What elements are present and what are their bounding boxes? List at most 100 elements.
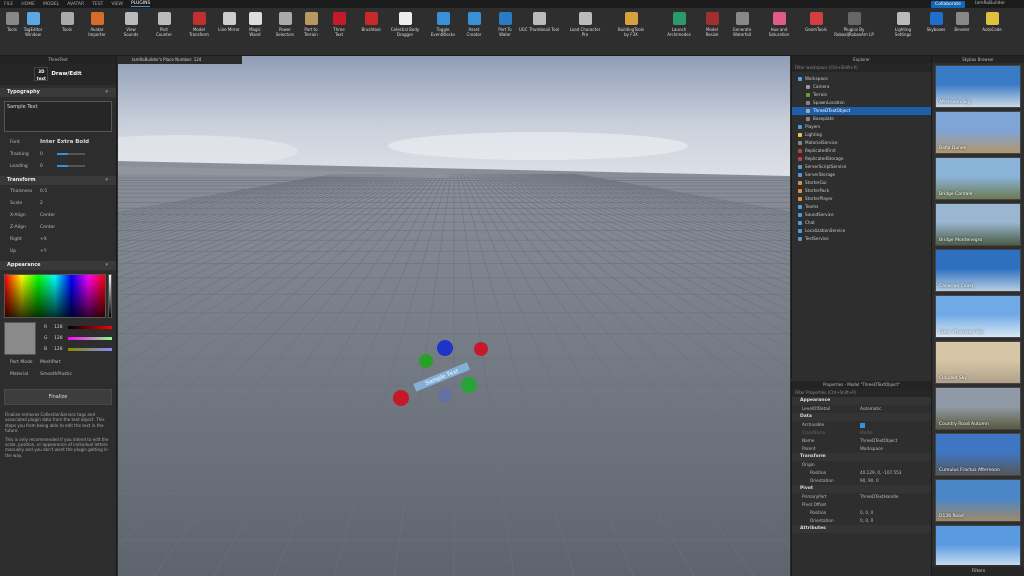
- ribbon-button-13[interactable]: Celestial Body Dragger: [390, 12, 420, 37]
- prop-origin-label[interactable]: Origin: [802, 461, 860, 469]
- prop-lod-value[interactable]: Automatic: [860, 405, 881, 413]
- explorer-filter-input[interactable]: Filter workspace (Ctrl+Shift+X): [792, 63, 931, 72]
- font-select[interactable]: Inter Extra Bold: [40, 139, 89, 145]
- xalign-select[interactable]: Center: [40, 213, 55, 218]
- explorer-item[interactable]: Teams: [792, 203, 931, 211]
- prop-parent-value[interactable]: Workspace: [860, 445, 883, 453]
- ribbon-button-6[interactable]: Model Transform: [184, 12, 214, 37]
- section-transform[interactable]: Transform: [0, 176, 116, 185]
- ribbon-button-19[interactable]: BuildingTools by F3X: [616, 12, 646, 37]
- ribbon-button-5[interactable]: Part Counter: [149, 12, 179, 37]
- skybox-thumbnail[interactable]: Bafia Dunes: [935, 111, 1021, 154]
- ribbon-button-24[interactable]: GeomTools: [801, 12, 831, 32]
- skybox-thumbnail[interactable]: Afternoon Sky: [935, 65, 1021, 108]
- tracking-value[interactable]: 0: [40, 152, 43, 157]
- leading-slider[interactable]: [56, 165, 85, 167]
- ribbon-button-18[interactable]: Load Character Pro: [570, 12, 600, 37]
- ribbon-button-16[interactable]: Part To Water: [490, 12, 520, 37]
- handle-red[interactable]: [474, 342, 488, 356]
- skybox-thumbnail[interactable]: Country Road Autumn: [935, 387, 1021, 430]
- skybox-thumbnail[interactable]: Bridge Montenegro: [935, 203, 1021, 246]
- skybox-thumbnail[interactable]: Clouded Sky: [935, 341, 1021, 384]
- section-appearance[interactable]: Appearance: [0, 261, 116, 270]
- explorer-item[interactable]: MaterialService: [792, 139, 931, 147]
- skybox-thumbnail[interactable]: D136 Road: [935, 479, 1021, 522]
- finalize-button[interactable]: Finalize: [4, 389, 112, 405]
- properties-filter-input[interactable]: Filter Properties (Ctrl+Shift+P): [792, 388, 931, 397]
- g-value[interactable]: 128: [54, 336, 68, 341]
- b-value[interactable]: 128: [54, 347, 68, 352]
- ribbon-button-12[interactable]: Brushtool: [356, 12, 386, 32]
- prop-position-value[interactable]: 40.129, 0, -107.553: [860, 469, 901, 477]
- text-input[interactable]: Sample Text: [4, 101, 112, 132]
- menu-file[interactable]: FILE: [4, 2, 13, 7]
- ribbon-button-1[interactable]: TagEditor Window: [18, 12, 48, 37]
- prop-poff-orientation-value[interactable]: 0, 0, 0: [860, 517, 873, 525]
- prop-section-data[interactable]: Data: [792, 413, 931, 421]
- menu-home[interactable]: HOME: [21, 2, 35, 7]
- explorer-item[interactable]: StarterPack: [792, 187, 931, 195]
- skybox-thumbnail[interactable]: [935, 525, 1021, 565]
- tracking-slider[interactable]: [56, 153, 85, 155]
- explorer-item[interactable]: ThreeDTextObject: [792, 107, 931, 115]
- explorer-item[interactable]: ReplicatedFirst: [792, 147, 931, 155]
- explorer-item[interactable]: ServerScriptService: [792, 163, 931, 171]
- explorer-item[interactable]: LocalizationService: [792, 227, 931, 235]
- explorer-item[interactable]: StarterGui: [792, 179, 931, 187]
- explorer-item[interactable]: Players: [792, 123, 931, 131]
- prop-section-transform[interactable]: Transform: [792, 453, 931, 461]
- handle-blue-2[interactable]: [438, 388, 452, 402]
- ribbon-button-14[interactable]: Toggle EventBlocks: [428, 12, 458, 37]
- ribbon-button-3[interactable]: Avatar Importer: [82, 12, 112, 37]
- handle-red-2[interactable]: [393, 390, 409, 406]
- ribbon-button-4[interactable]: View Sounds: [116, 12, 146, 37]
- ribbon-button-26[interactable]: Lighting Settings: [888, 12, 918, 37]
- explorer-item[interactable]: Workspace: [792, 75, 931, 83]
- viewport-tab[interactable]: IamRoBuilder's Place Number: 124: [118, 56, 242, 64]
- prop-section-appearance[interactable]: Appearance: [792, 397, 931, 405]
- ribbon-button-17[interactable]: UGC Thumbnail Tool: [519, 12, 559, 32]
- menu-test[interactable]: TEST: [92, 2, 103, 7]
- ribbon-button-11[interactable]: Three Text: [324, 12, 354, 37]
- explorer-item[interactable]: Baseplate: [792, 115, 931, 123]
- ribbon-button-21[interactable]: Model Resize: [697, 12, 727, 37]
- collaborate-button[interactable]: Collaborate: [931, 1, 965, 8]
- user-name[interactable]: IamRoBuilder: [975, 1, 1005, 6]
- explorer-item[interactable]: ReplicatedStorage: [792, 155, 931, 163]
- leading-value[interactable]: 0: [40, 164, 43, 169]
- prop-pivotoffset-label[interactable]: Pivot Offset: [802, 501, 860, 509]
- menu-view[interactable]: VIEW: [111, 2, 123, 7]
- menu-model[interactable]: MODEL: [43, 2, 59, 7]
- right-select[interactable]: +X: [40, 237, 47, 242]
- ribbon-button-15[interactable]: Asset Creator: [459, 12, 489, 37]
- ribbon-button-25[interactable]: Plugins By RoboxIJRoboxAm LP: [834, 12, 874, 37]
- explorer-item[interactable]: Lighting: [792, 131, 931, 139]
- prop-poff-position-value[interactable]: 0, 0, 0: [860, 509, 873, 517]
- partmode-select[interactable]: MeshPart: [40, 360, 61, 365]
- up-select[interactable]: +Y: [40, 249, 47, 254]
- ribbon-button-8[interactable]: Magic Wand: [240, 12, 270, 37]
- scale-value[interactable]: 2: [40, 201, 43, 206]
- zalign-select[interactable]: Center: [40, 225, 55, 230]
- explorer-item[interactable]: SpawnLocation: [792, 99, 931, 107]
- menu-plugins[interactable]: PLUGINS: [131, 1, 151, 7]
- prop-name-value[interactable]: ThreeDTextObject: [860, 437, 897, 445]
- handle-green-2[interactable]: [461, 377, 477, 393]
- ribbon-button-20[interactable]: Launch Archimedes: [664, 12, 694, 37]
- skybox-thumbnail[interactable]: Clear Afternoon Sky: [935, 295, 1021, 338]
- menu-avatar[interactable]: AVATAR: [67, 2, 84, 7]
- skybox-thumbnail[interactable]: Cumulus Fractus Afternoon: [935, 433, 1021, 476]
- skybox-filters-button[interactable]: Filters: [932, 567, 1024, 576]
- explorer-item[interactable]: StarterPlayer: [792, 195, 931, 203]
- explorer-item[interactable]: Terrain: [792, 91, 931, 99]
- prop-primarypart-value[interactable]: ThreeDTextHandle: [860, 493, 898, 501]
- ribbon-button-23[interactable]: Hue and Saturation: [764, 12, 794, 37]
- explorer-item[interactable]: TestService: [792, 235, 931, 243]
- skybox-thumbnail[interactable]: Bridge Cordale: [935, 157, 1021, 200]
- ribbon-button-10[interactable]: Part to Terrain: [296, 12, 326, 37]
- b-slider[interactable]: [68, 348, 112, 351]
- thickness-value[interactable]: 0.5: [40, 189, 47, 194]
- explorer-item[interactable]: Camera: [792, 83, 931, 91]
- mode-label[interactable]: Draw/Edit: [51, 71, 81, 77]
- explorer-item[interactable]: Chat: [792, 219, 931, 227]
